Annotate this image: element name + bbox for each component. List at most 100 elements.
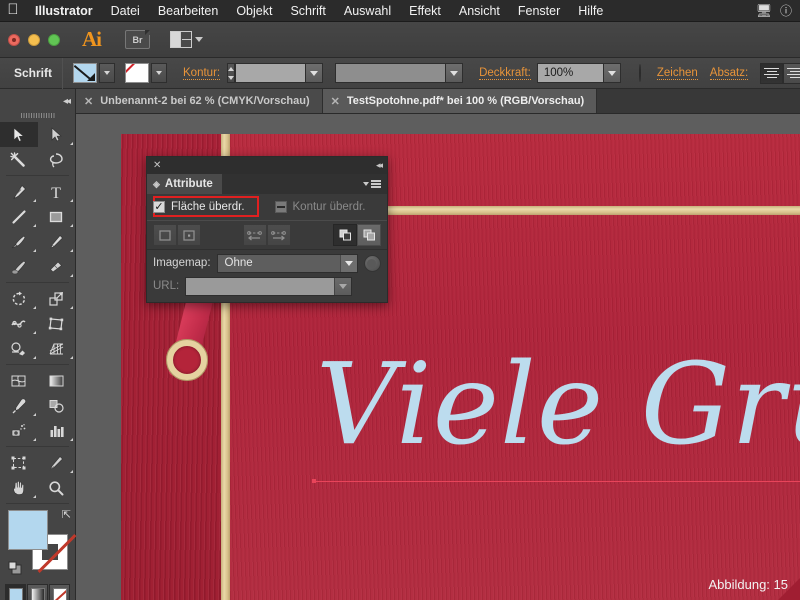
- info-icon[interactable]: ⓘ: [775, 2, 797, 19]
- stepper-down-icon[interactable]: [228, 75, 235, 80]
- swap-fill-stroke-icon[interactable]: ⇱: [62, 508, 71, 521]
- artwork-headline-text[interactable]: Viele Grüße: [316, 349, 800, 461]
- checkbox-checked-icon[interactable]: ✓: [153, 201, 165, 213]
- stroke-profile-dropdown[interactable]: [445, 63, 464, 83]
- bridge-button[interactable]: Br: [125, 30, 150, 49]
- stroke-profile-field[interactable]: [335, 63, 446, 83]
- collapse-panel-icon[interactable]: ◂◂: [376, 160, 383, 171]
- url-input[interactable]: [185, 276, 352, 296]
- pen-tool[interactable]: [0, 179, 38, 204]
- magic-wand-tool[interactable]: [0, 147, 38, 172]
- fill-dropdown-button[interactable]: [99, 63, 116, 83]
- imagemap-select[interactable]: Ohne: [216, 253, 358, 273]
- show-center-off-icon[interactable]: [153, 224, 177, 246]
- close-window-button[interactable]: [8, 33, 20, 46]
- paintbrush-tool[interactable]: [0, 229, 38, 254]
- nonzero-winding-fill-rule-icon[interactable]: [333, 224, 357, 246]
- close-icon[interactable]: ✕: [331, 95, 340, 108]
- overprint-stroke-checkbox[interactable]: Kontur überdr.: [274, 201, 365, 213]
- stroke-weight-dropdown[interactable]: [305, 63, 324, 83]
- attributes-panel[interactable]: ✕ ◂◂ ◈ Attribute ✓ Fläche überdr. Kontur…: [146, 156, 388, 303]
- gradient-mode-button[interactable]: [27, 584, 48, 600]
- stroke-options-link[interactable]: Kontur:: [183, 67, 221, 80]
- checkbox-mixed-icon[interactable]: [274, 201, 287, 213]
- rotate-tool[interactable]: [0, 286, 38, 311]
- artboard-tool[interactable]: [0, 450, 38, 475]
- menu-item-illustrator[interactable]: Illustrator: [26, 0, 102, 22]
- perspective-grid-tool[interactable]: [38, 336, 76, 361]
- gradient-tool[interactable]: [38, 368, 76, 393]
- menu-item-fenster[interactable]: Fenster: [509, 0, 569, 22]
- blend-tool[interactable]: [38, 393, 76, 418]
- fill-swatch[interactable]: [73, 63, 98, 83]
- document-tab-unbenannt-2[interactable]: ✕ Unbenannt-2 bei 62 % (CMYK/Vorschau): [76, 89, 323, 113]
- close-icon[interactable]: ✕: [84, 95, 93, 108]
- chevron-down-icon[interactable]: [334, 277, 351, 295]
- paragraph-panel-link[interactable]: Absatz:: [709, 67, 749, 80]
- width-tool[interactable]: [0, 311, 38, 336]
- pencil-tool[interactable]: [38, 229, 76, 254]
- blob-brush-tool[interactable]: [0, 254, 38, 279]
- stepper-up-icon[interactable]: [228, 66, 235, 71]
- hand-tool[interactable]: [0, 475, 38, 500]
- opacity-control[interactable]: 100%: [536, 63, 621, 83]
- browser-preview-icon[interactable]: [364, 254, 381, 272]
- collapse-panel-icon[interactable]: ◂◂: [63, 96, 71, 107]
- shape-builder-tool[interactable]: [0, 336, 38, 361]
- minimize-window-button[interactable]: [28, 33, 40, 46]
- color-mode-button[interactable]: [5, 584, 26, 600]
- slice-tool[interactable]: [38, 450, 76, 475]
- stroke-profile-control[interactable]: [335, 63, 464, 83]
- align-left-button[interactable]: [760, 62, 784, 84]
- column-graph-tool[interactable]: [38, 418, 76, 443]
- reverse-path-direction-off-icon[interactable]: [243, 224, 267, 246]
- line-segment-tool[interactable]: [0, 204, 38, 229]
- stroke-swatch[interactable]: [125, 63, 150, 83]
- show-center-on-icon[interactable]: [177, 224, 201, 246]
- stroke-dropdown-button[interactable]: [151, 63, 168, 83]
- panel-tab-attribute[interactable]: ◈ Attribute: [147, 174, 222, 194]
- selection-tool[interactable]: [0, 122, 38, 147]
- align-center-button[interactable]: [783, 62, 800, 84]
- eyedropper-tool[interactable]: [0, 393, 38, 418]
- overprint-fill-checkbox[interactable]: ✓ Fläche überdr.: [153, 201, 245, 213]
- close-icon[interactable]: ✕: [153, 160, 161, 171]
- document-tab-testspotohne[interactable]: ✕ TestSpotohne.pdf* bei 100 % (RGB/Vorsc…: [322, 89, 598, 113]
- opacity-options-link[interactable]: Deckkraft:: [479, 67, 531, 80]
- stroke-weight-field[interactable]: [235, 63, 306, 83]
- panel-titlebar[interactable]: ✕ ◂◂: [147, 157, 387, 174]
- stroke-weight-stepper[interactable]: [227, 63, 236, 83]
- mesh-tool[interactable]: [0, 368, 38, 393]
- menu-item-bearbeiten[interactable]: Bearbeiten: [149, 0, 227, 22]
- lasso-tool[interactable]: [38, 147, 76, 172]
- even-odd-fill-rule-icon[interactable]: [357, 224, 381, 246]
- menu-item-schrift[interactable]: Schrift: [281, 0, 334, 22]
- none-mode-button[interactable]: [49, 584, 70, 600]
- arrange-documents-button[interactable]: [170, 31, 203, 48]
- rectangle-tool[interactable]: [38, 204, 76, 229]
- opacity-field[interactable]: 100%: [536, 63, 603, 83]
- free-transform-tool[interactable]: [38, 311, 76, 336]
- recolor-artwork-icon[interactable]: [638, 64, 641, 82]
- tools-panel-grip[interactable]: [20, 113, 55, 118]
- chevron-down-icon[interactable]: [340, 254, 357, 272]
- evernote-icon[interactable]: 🖥: [753, 3, 775, 19]
- menu-item-auswahl[interactable]: Auswahl: [335, 0, 400, 22]
- opacity-dropdown[interactable]: [602, 63, 621, 83]
- maximize-window-button[interactable]: [48, 33, 60, 46]
- reverse-path-direction-on-icon[interactable]: [267, 224, 291, 246]
- zoom-tool[interactable]: [38, 475, 76, 500]
- character-panel-link[interactable]: Zeichen: [656, 67, 698, 80]
- stroke-color-control[interactable]: [125, 63, 168, 83]
- panel-expand-icon[interactable]: ◈: [153, 179, 160, 190]
- direct-selection-tool[interactable]: [38, 122, 76, 147]
- menu-item-hilfe[interactable]: Hilfe: [569, 0, 612, 22]
- menu-item-datei[interactable]: Datei: [102, 0, 149, 22]
- type-tool[interactable]: T: [38, 179, 76, 204]
- eraser-tool[interactable]: [38, 254, 76, 279]
- panel-menu-button[interactable]: [363, 174, 387, 194]
- apple-logo-icon[interactable]: : [0, 2, 26, 19]
- menu-item-effekt[interactable]: Effekt: [400, 0, 450, 22]
- fill-color-control[interactable]: [73, 63, 116, 83]
- default-fill-stroke-icon[interactable]: [8, 561, 23, 576]
